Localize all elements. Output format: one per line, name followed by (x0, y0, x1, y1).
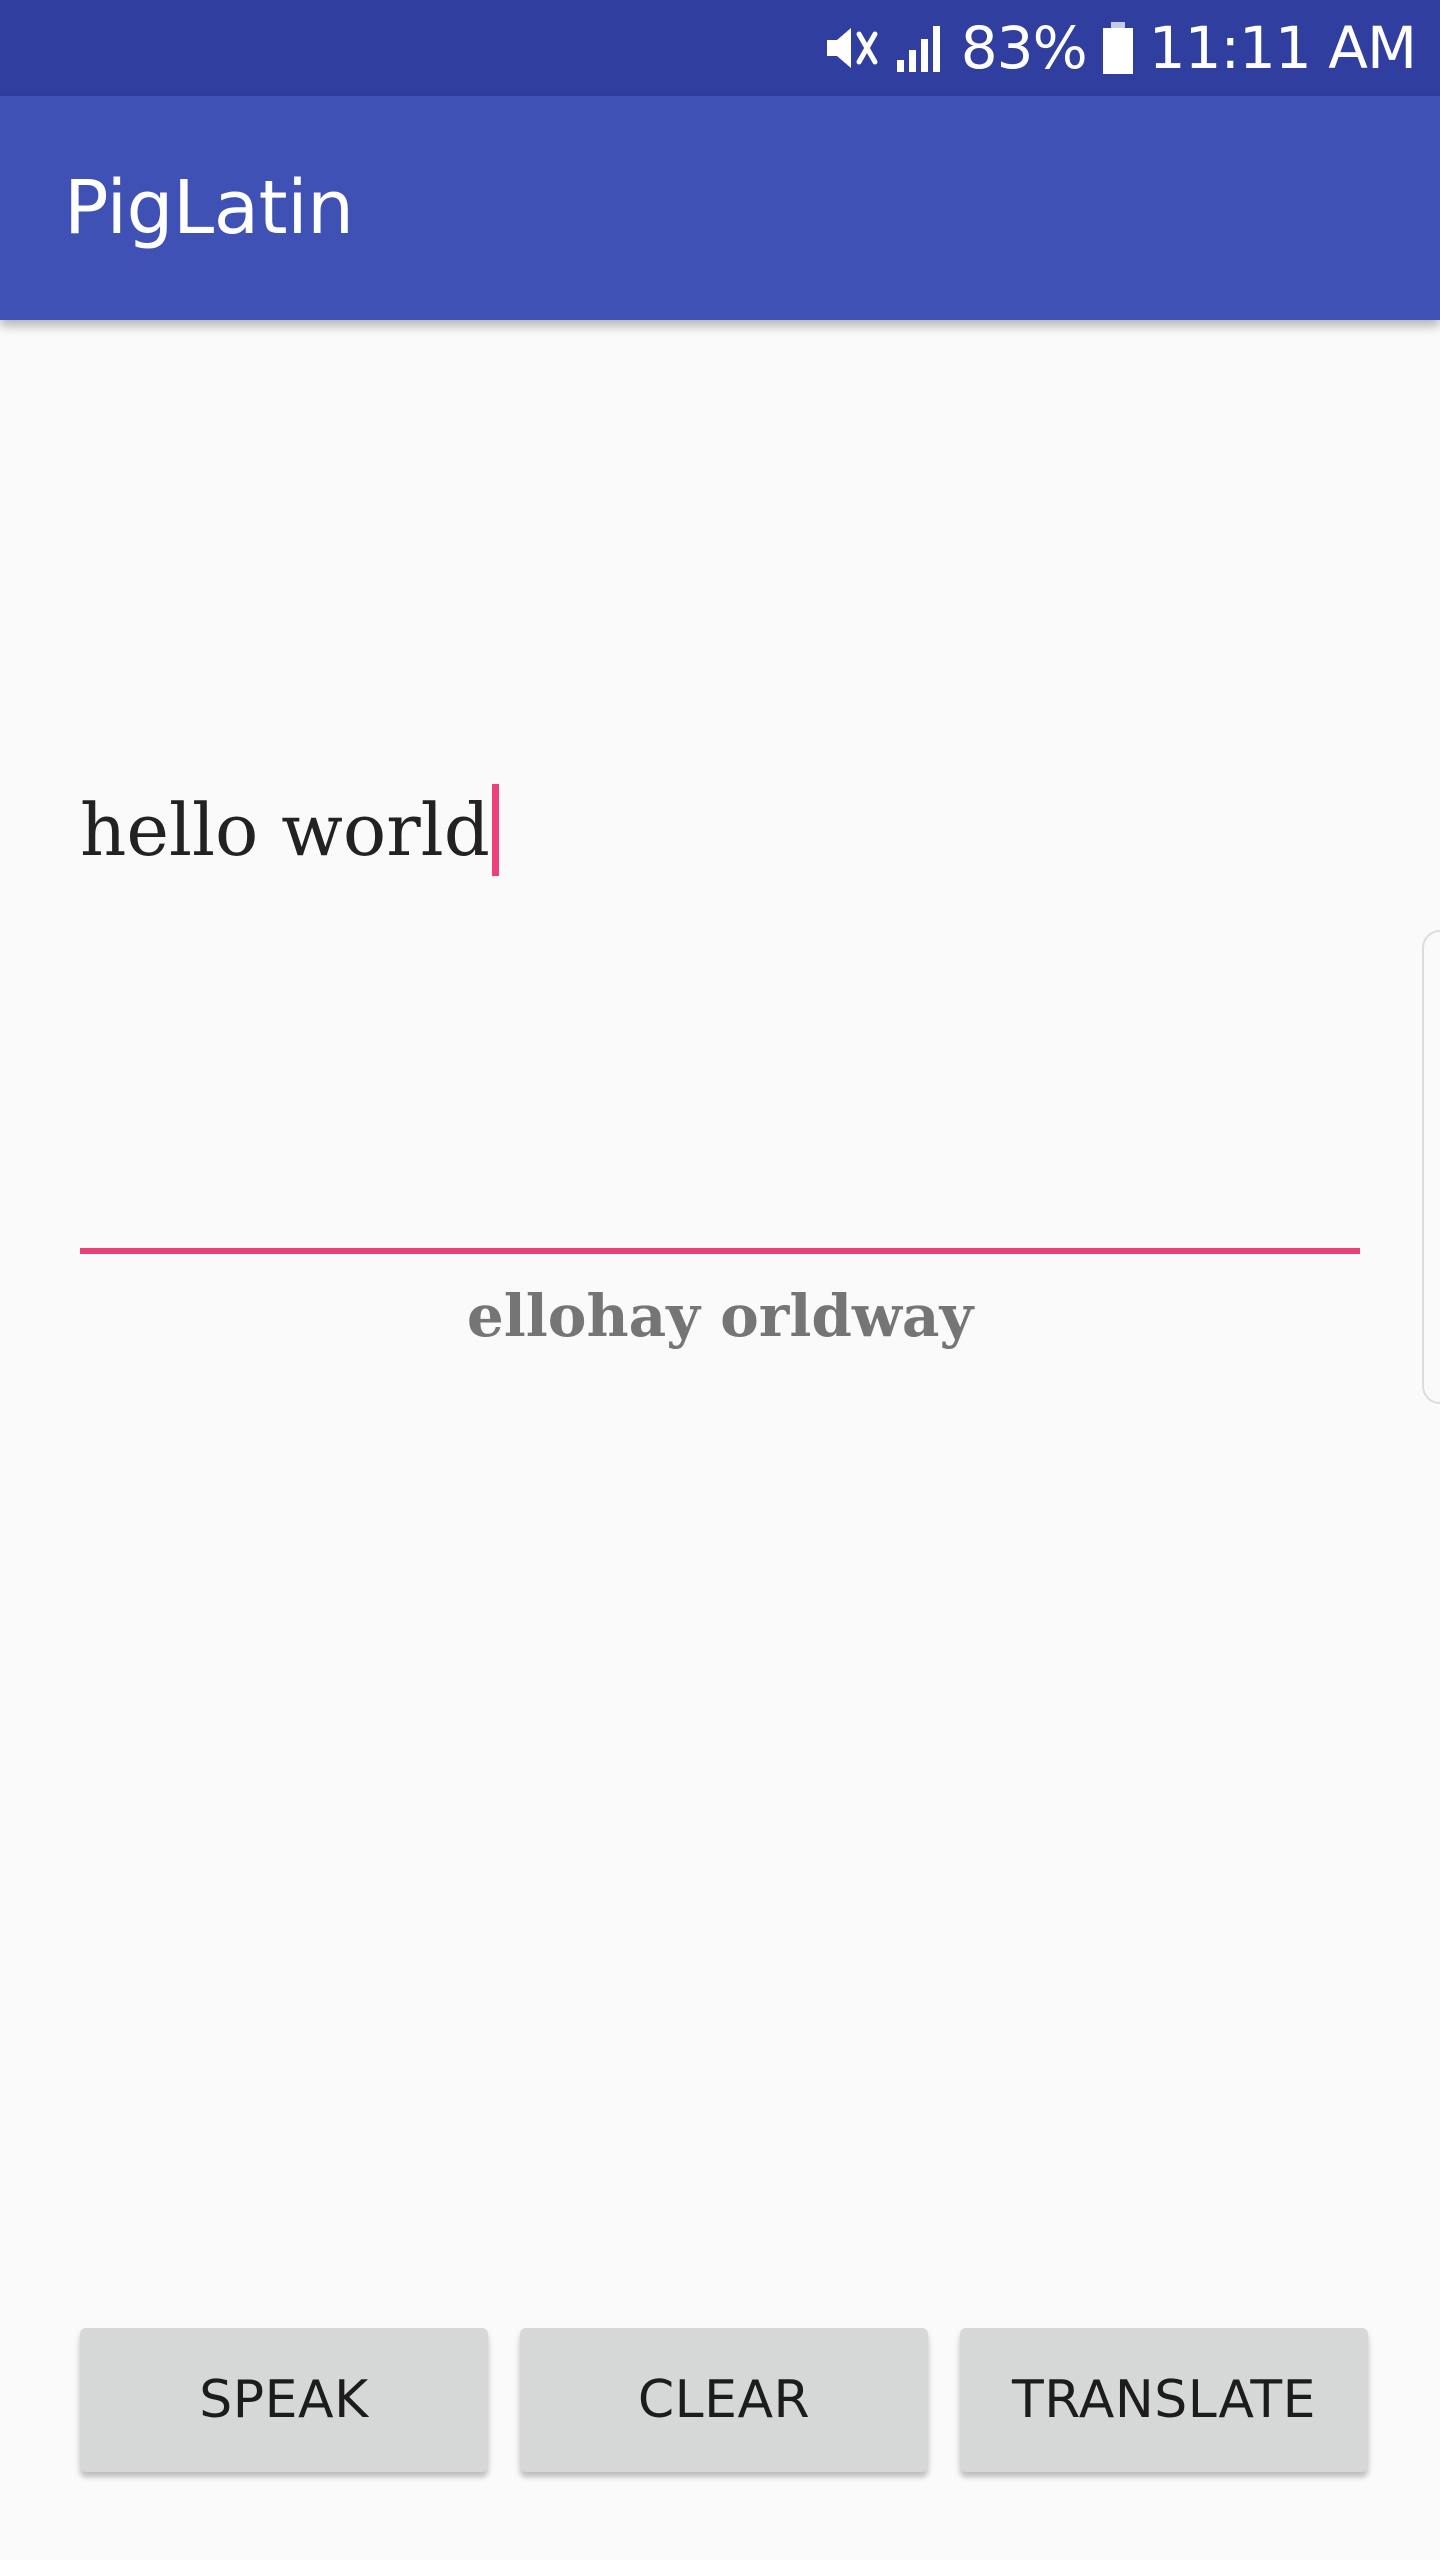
app-title: PigLatin (64, 165, 354, 251)
battery-icon (1101, 20, 1135, 76)
text-cursor (491, 784, 499, 876)
clock: 11:11 AM (1148, 14, 1417, 82)
edge-panel-handle[interactable] (1422, 930, 1440, 1404)
vibrate-mute-icon (823, 20, 881, 76)
signal-icon (895, 22, 947, 74)
input-value: hello world (80, 788, 490, 872)
status-bar: 83% 11:11 AM (0, 0, 1440, 96)
translation-output: ellohay orldway (466, 1282, 974, 1350)
input-text-row: hello world (80, 770, 499, 890)
translate-button[interactable]: TRANSLATE (960, 2328, 1368, 2472)
text-input[interactable]: hello world (80, 770, 1360, 1254)
app-bar: PigLatin (0, 96, 1440, 320)
battery-percent: 83% (960, 14, 1088, 82)
speak-button[interactable]: SPEAK (80, 2328, 488, 2472)
status-icons: 83% 11:11 AM (823, 0, 1417, 96)
clear-button[interactable]: CLEAR (520, 2328, 928, 2472)
input-underline (80, 1248, 1360, 1254)
